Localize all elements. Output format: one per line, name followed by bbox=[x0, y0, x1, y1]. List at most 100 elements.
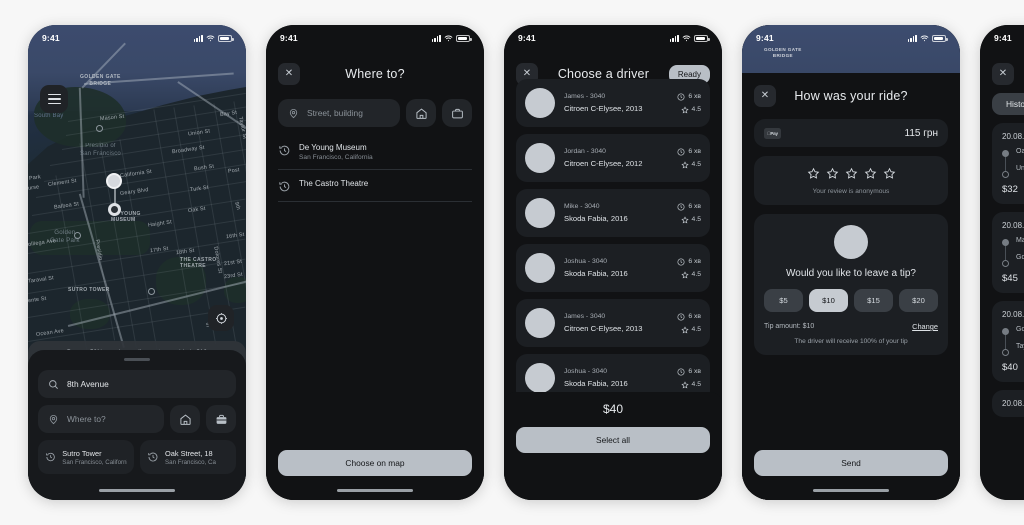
driver-eta: 6 хв bbox=[677, 368, 701, 376]
history-date: 20.08.2 bbox=[1002, 221, 1024, 230]
star-rating[interactable] bbox=[764, 167, 938, 180]
search-row: 8th Avenue bbox=[38, 370, 236, 398]
work-shortcut-button[interactable] bbox=[442, 99, 472, 127]
history-price: $40 bbox=[1002, 362, 1018, 373]
tip-option-2[interactable]: $15 bbox=[854, 289, 893, 312]
route-from: Gold bbox=[1016, 326, 1024, 333]
driver-rating-value: 4.5 bbox=[691, 326, 701, 333]
map-pin-destination[interactable] bbox=[108, 203, 121, 216]
home-shortcut-button[interactable] bbox=[170, 405, 200, 433]
select-all-button[interactable]: Select all bbox=[516, 427, 710, 453]
driver-row[interactable]: Joshua - 3040 Skoda Fabia, 2016 6 хв 4.5 bbox=[516, 244, 710, 292]
tip-card: Would you like to leave a tip? $5 $10 $1… bbox=[754, 214, 948, 355]
star-icon bbox=[680, 215, 689, 223]
pin-icon bbox=[49, 414, 58, 424]
star-outline-icon bbox=[864, 167, 876, 179]
send-button[interactable]: Send bbox=[754, 450, 948, 476]
hamburger-menu-icon[interactable] bbox=[40, 85, 68, 113]
history-item[interactable]: 20.08.2 Mas Gold $45 bbox=[992, 212, 1024, 293]
cellular-bars-icon bbox=[431, 34, 441, 42]
close-icon[interactable]: ✕ bbox=[754, 85, 776, 107]
home-shortcut-button[interactable] bbox=[406, 99, 436, 127]
close-icon[interactable]: ✕ bbox=[992, 63, 1014, 85]
tip-option-1[interactable]: $10 bbox=[809, 289, 848, 312]
history-item[interactable]: 20.08.2 Gold Tayl $40 bbox=[992, 301, 1024, 382]
work-shortcut-button[interactable] bbox=[206, 405, 236, 433]
status-time: 9:41 bbox=[42, 33, 60, 43]
driver-eta: 6 хв bbox=[677, 148, 701, 156]
suggestion-text: De Young Museum San Francisco, Californi… bbox=[299, 143, 373, 161]
avatar bbox=[525, 88, 555, 118]
apple-pay-icon: Pay bbox=[764, 127, 781, 139]
driver-eta: 6 хв bbox=[677, 203, 701, 211]
search-input[interactable]: 8th Avenue bbox=[38, 370, 236, 398]
route-line-icon bbox=[1002, 148, 1009, 178]
recent-item-title: Sutro Tower bbox=[62, 448, 102, 458]
choose-on-map-button[interactable]: Choose on map bbox=[278, 450, 472, 476]
wifi-icon bbox=[682, 35, 691, 41]
locate-me-icon[interactable] bbox=[208, 305, 234, 331]
home-icon bbox=[415, 108, 427, 119]
battery-icon bbox=[932, 34, 948, 42]
recent-item-0[interactable]: Sutro Tower San Francisco, California bbox=[38, 440, 134, 474]
status-time: 9:41 bbox=[756, 33, 774, 43]
driver-rating-value: 4.5 bbox=[691, 106, 701, 113]
sheet-grabber[interactable] bbox=[124, 358, 150, 361]
screens-canvas: South Bay GOLDEN GATE BRIDGE Presidio of S… bbox=[0, 0, 1024, 525]
map-label-sutro: SUTRO TOWER bbox=[68, 287, 110, 293]
map-label-bridge: GOLDEN GATE BRIDGE bbox=[80, 74, 121, 87]
driver-car: Skoda Fabia, 2016 bbox=[564, 214, 628, 223]
where-to-screen: 9:41 ✕ Where to? Street, building De You… bbox=[266, 25, 484, 500]
tip-options: $5 $10 $15 $20 bbox=[764, 289, 938, 312]
history-item[interactable]: 20.08.2 bbox=[992, 390, 1024, 417]
tip-footnote: The driver will receive 100% of your tip bbox=[794, 338, 908, 345]
driver-rating: 4.5 bbox=[677, 160, 701, 169]
driver-eta-value: 6 хв bbox=[688, 258, 701, 265]
change-tip-link[interactable]: Change bbox=[912, 322, 938, 331]
driver-eta-value: 6 хв bbox=[688, 313, 701, 320]
street-input[interactable]: Street, building bbox=[278, 99, 400, 127]
avatar bbox=[525, 363, 555, 393]
history-screen: 9:41 ✕ History 20.08.2 bbox=[980, 25, 1024, 500]
cellular-bars-icon bbox=[669, 34, 679, 42]
driver-car: Skoda Fabia, 2016 bbox=[564, 379, 628, 388]
status-bar: 9:41 bbox=[266, 25, 484, 51]
driver-row[interactable]: Jordan - 3040 Citroen C-Elysee, 2012 6 х… bbox=[516, 134, 710, 182]
tip-summary: Tip amount: $10 Change bbox=[764, 322, 938, 331]
tab-history[interactable]: History bbox=[992, 93, 1024, 115]
search-input-value: 8th Avenue bbox=[67, 379, 109, 389]
phone-where-to-screen: 9:41 ✕ Where to? Street, building De You… bbox=[266, 25, 484, 500]
street-input-placeholder: Street, building bbox=[307, 108, 363, 118]
payment-amount: 115 грн bbox=[904, 127, 938, 139]
driver-row[interactable]: James - 3040 Citroen C-Elysee, 2013 6 хв… bbox=[516, 299, 710, 347]
driver-car: Citroen C-Elysee, 2013 bbox=[564, 104, 643, 113]
map-pin-origin[interactable] bbox=[106, 173, 122, 189]
route-to: Tayl bbox=[1016, 343, 1024, 350]
history-price: $45 bbox=[1002, 273, 1018, 284]
driver-row[interactable]: Mike - 3040 Skoda Fabia, 2016 6 хв 4.5 bbox=[516, 189, 710, 237]
close-icon[interactable]: ✕ bbox=[278, 63, 300, 85]
tip-option-3[interactable]: $20 bbox=[899, 289, 938, 312]
suggestion-item-0[interactable]: De Young Museum San Francisco, Californi… bbox=[278, 134, 472, 170]
home-indicator bbox=[337, 488, 413, 492]
recent-item-1[interactable]: Oak Street, 18 San Francisco, Ca bbox=[140, 440, 236, 474]
driver-row[interactable]: James - 3040 Citroen C-Elysee, 2013 6 хв… bbox=[516, 79, 710, 127]
driver-name: James - 3040 bbox=[564, 313, 606, 320]
history-icon bbox=[46, 452, 55, 462]
tip-option-0[interactable]: $5 bbox=[764, 289, 803, 312]
choose-driver-screen: 9:41 ✕ Choose a driver Ready James - 304… bbox=[504, 25, 722, 500]
driver-info: Joshua - 3040 Skoda Fabia, 2016 bbox=[564, 368, 668, 388]
history-item[interactable]: 20.08.2 Oak Unio $32 bbox=[992, 123, 1024, 204]
status-bar: 9:41 bbox=[742, 25, 960, 51]
route-to: Unio bbox=[1016, 165, 1024, 172]
map-poi-dot bbox=[96, 125, 103, 132]
clock-icon bbox=[677, 93, 685, 100]
destination-input[interactable]: Where to? bbox=[38, 405, 164, 433]
driver-info: Joshua - 3040 Skoda Fabia, 2016 bbox=[564, 258, 668, 278]
avatar bbox=[525, 143, 555, 173]
status-time: 9:41 bbox=[994, 33, 1012, 43]
driver-rating-value: 4.5 bbox=[691, 216, 701, 223]
payment-row[interactable]: Pay 115 грн bbox=[754, 119, 948, 147]
suggestion-item-1[interactable]: The Castro Theatre bbox=[278, 170, 472, 202]
review-screen: GOLDEN GATE BRIDGE 9:41 ✕ How was your ri… bbox=[742, 25, 960, 500]
